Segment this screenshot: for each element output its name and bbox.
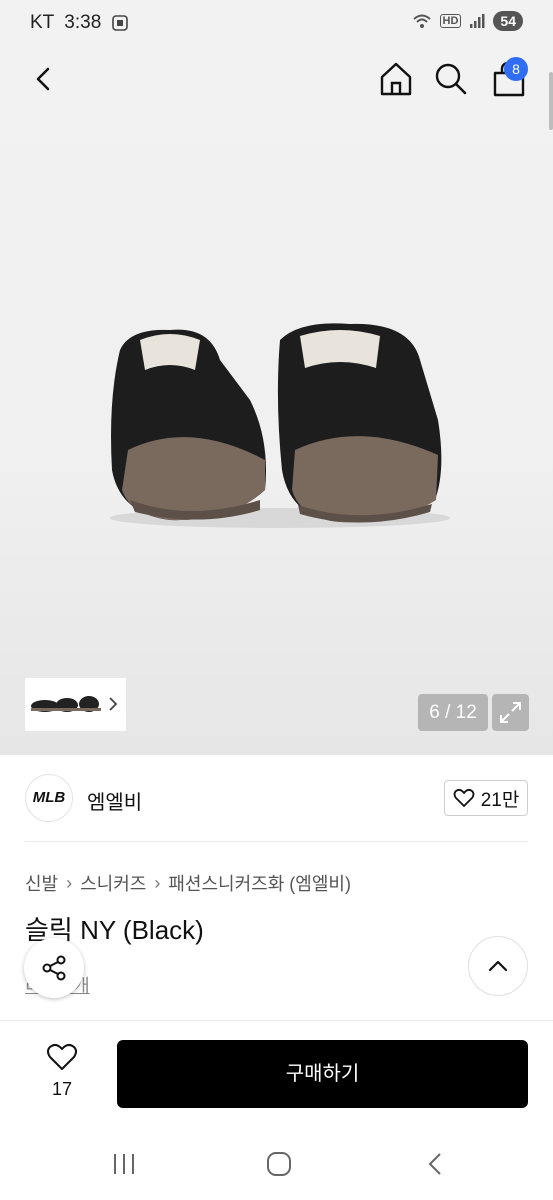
clock: 3:38	[64, 12, 102, 33]
product-image	[110, 323, 450, 528]
chevron-right-icon	[109, 697, 118, 711]
signal-icon	[470, 14, 485, 28]
heart-icon	[47, 1043, 77, 1070]
brand-like-count: 21만	[480, 789, 520, 811]
share-icon	[42, 955, 66, 981]
wishlist-button[interactable]: 17	[38, 1042, 86, 1102]
chevron-right-icon: ›	[66, 872, 73, 893]
brand-logo[interactable]: MLB	[25, 774, 73, 822]
search-icon[interactable]	[433, 59, 469, 99]
brand-like-button[interactable]: 21만	[444, 780, 528, 816]
top-nav	[0, 55, 553, 103]
product-image-gallery[interactable]: KT 3:38 HD 54 8 6 / 12	[0, 0, 553, 755]
screenshot-icon	[112, 15, 129, 31]
breadcrumb-item[interactable]: 신발	[25, 870, 58, 896]
scroll-top-button[interactable]	[468, 936, 528, 996]
divider	[25, 841, 528, 842]
buy-button[interactable]: 구매하기	[117, 1040, 528, 1108]
chevron-right-icon: ›	[154, 872, 161, 893]
breadcrumb-item[interactable]: 패션스니커즈화 (엠엘비)	[168, 870, 351, 896]
system-home-icon[interactable]	[265, 1150, 293, 1178]
recent-apps-icon[interactable]	[110, 1150, 138, 1178]
image-counter: 6 / 12	[418, 694, 488, 731]
hd-badge: HD	[439, 14, 462, 28]
heart-icon	[453, 788, 475, 807]
status-bar: KT 3:38 HD 54	[0, 0, 553, 48]
back-icon[interactable]	[26, 61, 62, 97]
home-icon[interactable]	[378, 59, 414, 99]
breadcrumb-item[interactable]: 스니커즈	[80, 870, 146, 896]
carrier: KT	[30, 12, 55, 33]
chevron-up-icon	[488, 960, 508, 972]
thumbnail-image	[31, 696, 101, 712]
scroll-indicator	[549, 72, 553, 130]
battery-indicator: 54	[493, 11, 523, 31]
breadcrumb: 신발 › 스니커즈 › 패션스니커즈화 (엠엘비)	[25, 870, 351, 896]
wifi-icon	[412, 14, 431, 28]
brand-name[interactable]: 엠엘비	[87, 786, 142, 815]
brand-row[interactable]: MLB 엠엘비 21만	[25, 774, 528, 824]
system-nav-bar	[0, 1128, 553, 1200]
wishlist-count: 17	[51, 1079, 73, 1099]
system-back-icon[interactable]	[424, 1150, 448, 1178]
cart-count-badge: 8	[504, 57, 528, 81]
expand-icon[interactable]	[492, 694, 529, 731]
thumbnail-strip[interactable]	[25, 678, 126, 731]
share-button[interactable]	[24, 938, 84, 998]
